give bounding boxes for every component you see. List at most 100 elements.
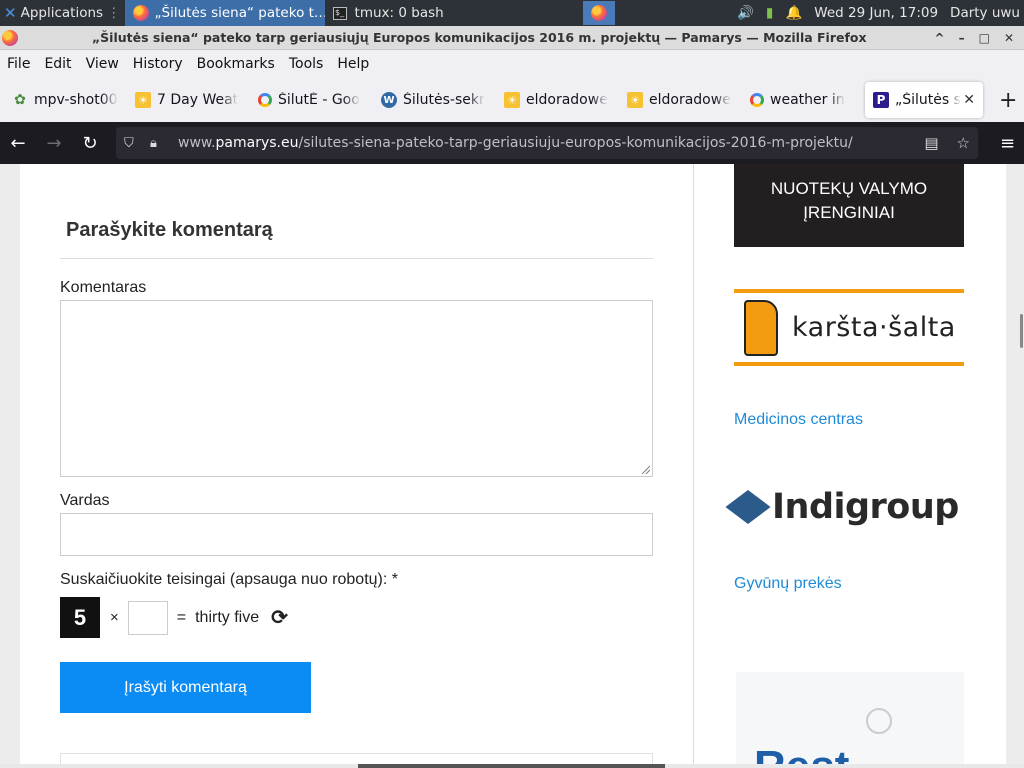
new-tab-button[interactable]: + [999,88,1017,113]
ad-rest-banner[interactable]: Rest [736,672,964,768]
ad-text: NUOTEKŲ VALYMO [770,179,928,198]
pamarys-icon: P [873,92,889,108]
submit-comment-button[interactable]: Įrašyti komentarą [60,662,311,713]
google-icon [750,93,764,107]
close-tab-icon[interactable]: ✕ [963,92,975,108]
weather-icon: ☀ [135,92,151,108]
minimize-button[interactable]: – [959,31,965,45]
page-viewport: Parašykite komentarą Komentaras Vardas S… [0,164,1024,768]
tab-label: 7 Day Weat [157,92,239,108]
link-gyvunu-prekes[interactable]: Gyvūnų prekės [734,575,842,593]
volume-icon[interactable]: 🔊 [737,5,754,21]
captcha-number: 5 [60,597,100,638]
tab-label: Šilutės-sekr [403,92,485,108]
reader-view-icon[interactable]: ▤ [924,134,938,152]
tab-label: eldoradowe [649,92,731,108]
close-window-button[interactable]: ✕ [1004,31,1014,45]
name-input[interactable] [60,513,653,556]
google-icon [258,93,272,107]
tab-pamarys-active[interactable]: P „Šilutės s ✕ [865,82,983,118]
firefox-icon [591,5,608,21]
battery-icon[interactable]: ▮ [766,5,773,21]
applications-menu[interactable]: ✕ Applications ⋮ [0,0,125,26]
taskbar-task-label: „Šilutės siena“ pateko t… [154,5,325,21]
url-bar[interactable]: ⛉ 🔒︎ www. pamarys.eu/silutes-siena-pateko… [116,127,978,159]
captcha-row: 5 × = thirty five ⟳ [60,597,288,638]
wordpress-icon: W [381,92,397,108]
menu-view[interactable]: View [79,56,126,72]
tab-7-day-weather[interactable]: ☀ 7 Day Weat [127,82,250,118]
tab-label: ŠilutĖ - Goo [278,92,360,108]
shade-button[interactable]: ^ [935,31,945,45]
comment-form-title: Parašykite komentarą [66,219,273,241]
tab-eldorado-2[interactable]: ☀ eldoradowe [619,82,742,118]
mpv-icon: ✿ [14,92,26,108]
clock[interactable]: Wed 29 Jun, 17:09 [814,5,938,21]
menu-help[interactable]: Help [330,56,376,72]
terminal-icon: $_ [332,6,347,20]
sidebar: NUOTEKŲ VALYMO ĮRENGINIAI karšta·šalta M… [694,164,1006,768]
maximize-button[interactable]: □ [979,31,990,45]
name-label: Vardas [60,492,110,509]
tab-eldorado-1[interactable]: ☀ eldoradowe [496,82,619,118]
reload-button[interactable]: ↻ [72,133,108,154]
divider [60,258,653,259]
window-titlebar: „Šilutės siena“ pateko tarp geriausiųjų … [0,26,1024,50]
taskbar-firefox-window[interactable]: „Šilutės siena“ pateko t… [124,0,325,26]
bookmark-star-icon[interactable]: ☆ [957,134,970,152]
url-prefix: www. [178,135,216,151]
tab-google-weather[interactable]: weather in [742,82,865,118]
menu-tools[interactable]: Tools [282,56,331,72]
notification-bell-icon[interactable]: 🔔 [785,5,802,21]
url-host: pamarys.eu [215,135,299,151]
captcha-equals: = [176,608,187,626]
weather-icon: ☀ [504,92,520,108]
tab-wordpress[interactable]: W Šilutės-sekr [373,82,496,118]
url-path: /silutes-siena-pateko-tarp-geriausiuju-e… [298,135,853,151]
ad-karsta-salta[interactable]: karšta·šalta [734,289,964,366]
navigation-bar: ← → ↻ ⛉ 🔒︎ www. pamarys.eu/silutes-siena-… [0,122,1024,164]
taskbar-task-label: tmux: 0 bash [354,5,444,21]
menu-bookmarks[interactable]: Bookmarks [190,56,282,72]
captcha-result: thirty five [195,608,260,626]
main-content: Parašykite komentarą Komentaras Vardas S… [20,164,694,768]
horizontal-scrollbar-thumb[interactable] [358,764,665,768]
applications-label: Applications [20,5,104,21]
tab-label: weather in [770,92,845,108]
tab-strip: ✿ mpv-shot00 ☀ 7 Day Weat ŠilutĖ - Goo W… [0,78,1024,122]
shield-icon[interactable]: ⛉ [124,136,140,151]
lock-icon[interactable]: 🔒︎ [150,136,166,151]
tab-mpv-shot[interactable]: ✿ mpv-shot00 [4,82,127,118]
tab-google-silute[interactable]: ŠilutĖ - Goo [250,82,373,118]
captcha-answer-input[interactable] [127,600,168,635]
comment-textarea[interactable] [60,300,653,477]
menu-file[interactable]: File [0,56,37,72]
tab-label: eldoradowe [526,92,608,108]
hamburger-menu-icon[interactable]: ≡ [1000,133,1015,154]
firefox-launcher-button[interactable] [583,1,616,25]
menu-edit[interactable]: Edit [37,56,78,72]
back-button[interactable]: ← [0,133,36,154]
refresh-captcha-icon[interactable]: ⟳ [271,605,288,630]
firefox-icon [132,5,149,21]
ad-text: ĮRENGINIAI [803,203,895,222]
xfce-icon: ✕ [4,4,17,22]
user-name[interactable]: Darty uwu [950,5,1020,21]
ad-text: karšta·šalta [792,312,956,343]
separator-icon: ⋮ [107,5,121,21]
menu-history[interactable]: History [126,56,190,72]
vertical-scrollbar-thumb[interactable] [1020,314,1023,348]
desktop-taskbar: ✕ Applications ⋮ „Šilutės siena“ pateko … [0,0,1024,26]
decorative-circle-icon [866,708,892,734]
link-medicinos-centras[interactable]: Medicinos centras [734,411,863,429]
forward-button[interactable]: → [36,133,72,154]
horizontal-scrollbar[interactable] [0,764,1024,768]
ad-nuoteku-valymo[interactable]: NUOTEKŲ VALYMO ĮRENGINIAI [734,164,964,247]
captcha-label: Suskaičiuokite teisingai (apsauga nuo ro… [60,571,398,588]
tab-label: „Šilutės s [895,92,961,108]
window-title: „Šilutės siena“ pateko tarp geriausiųjų … [91,30,867,45]
ad-indigroup[interactable]: Indigroup [725,482,959,532]
comment-label: Komentaras [60,279,147,296]
taskbar-terminal-window[interactable]: $_ tmux: 0 bash [325,0,521,26]
captcha-operator: × [110,609,119,626]
